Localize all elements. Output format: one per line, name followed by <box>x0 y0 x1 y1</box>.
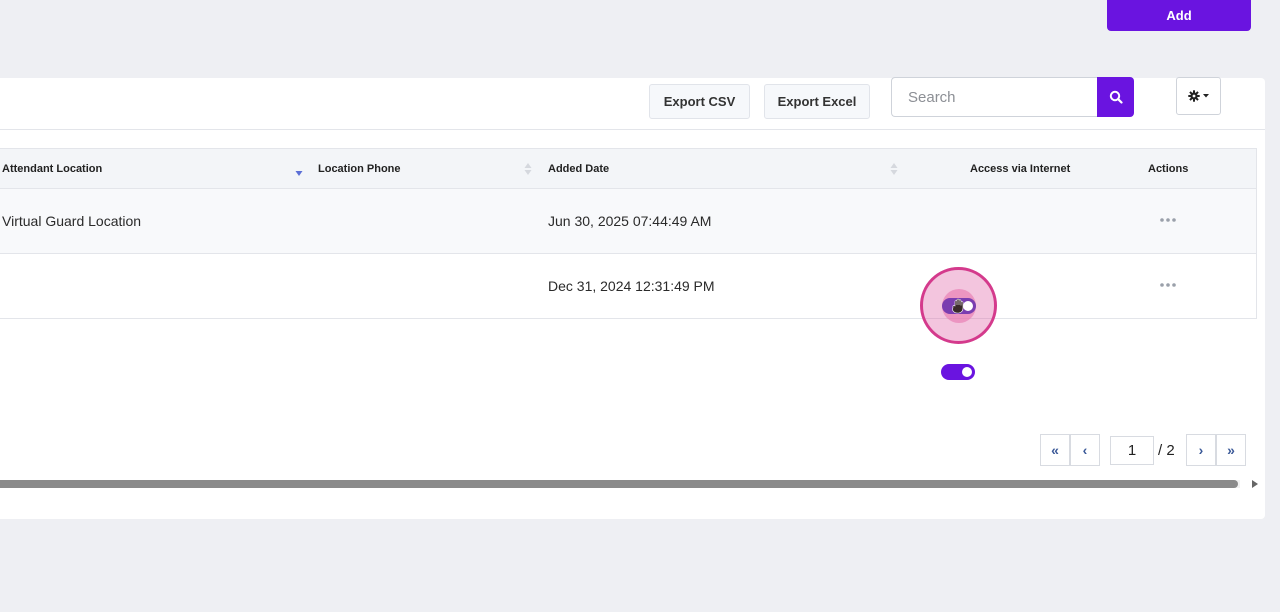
hand-cursor-icon <box>951 298 963 313</box>
caret-down-icon <box>1203 94 1209 98</box>
page-total: / 2 <box>1158 442 1175 459</box>
cell-attendant-location: Virtual Guard Location <box>2 213 142 229</box>
search-input[interactable] <box>891 77 1097 117</box>
next-page-button[interactable]: › <box>1186 434 1216 466</box>
column-settings-button[interactable] <box>1176 77 1221 115</box>
column-header-attendant-location[interactable]: Attendant Location <box>2 149 102 188</box>
column-header-actions: Actions <box>1148 162 1189 175</box>
column-header-location-phone[interactable]: Location Phone <box>318 149 401 188</box>
page-number-input[interactable] <box>1110 436 1154 465</box>
first-page-button[interactable]: « <box>1040 434 1070 466</box>
pagination-next-group: › » <box>1186 434 1246 466</box>
column-header-access-via-internet: Access via Internet <box>970 162 1071 175</box>
add-button[interactable]: Add <box>1107 0 1251 31</box>
scroll-right-arrow-icon[interactable] <box>1252 480 1258 488</box>
gear-icon <box>1188 90 1200 102</box>
last-page-button[interactable]: » <box>1216 434 1246 466</box>
toggle-knob <box>962 367 972 377</box>
access-via-internet-toggle[interactable] <box>941 364 975 380</box>
more-dots-icon[interactable] <box>1159 281 1177 289</box>
search-icon <box>1109 90 1123 104</box>
cell-added-date: Jun 30, 2025 07:44:49 AM <box>548 213 712 229</box>
sort-icon[interactable] <box>524 162 532 176</box>
export-excel-button[interactable]: Export Excel <box>764 84 870 119</box>
table-row[interactable]: Dec 31, 2024 12:31:49 PM <box>0 254 1256 319</box>
prev-page-button[interactable]: ‹ <box>1070 434 1100 466</box>
sort-icon[interactable] <box>890 162 898 176</box>
click-highlight <box>920 267 997 344</box>
sort-desc-icon[interactable] <box>295 162 303 176</box>
card-divider <box>0 129 1265 130</box>
horizontal-scrollbar-thumb[interactable] <box>0 480 1238 488</box>
column-header-added-date[interactable]: Added Date <box>548 149 609 188</box>
table-header: Attendant Location Location Phone Added … <box>0 148 1256 189</box>
more-dots-icon[interactable] <box>1159 216 1177 224</box>
export-csv-button[interactable]: Export CSV <box>649 84 750 119</box>
data-table: Attendant Location Location Phone Added … <box>0 148 1257 319</box>
cell-added-date: Dec 31, 2024 12:31:49 PM <box>548 278 715 294</box>
search-bar <box>891 77 1134 117</box>
table-row[interactable]: Virtual Guard Location Jun 30, 2025 07:4… <box>0 189 1256 254</box>
search-button[interactable] <box>1097 77 1134 117</box>
click-highlight-inner <box>941 288 976 323</box>
pagination-prev-group: « ‹ <box>1040 434 1100 466</box>
